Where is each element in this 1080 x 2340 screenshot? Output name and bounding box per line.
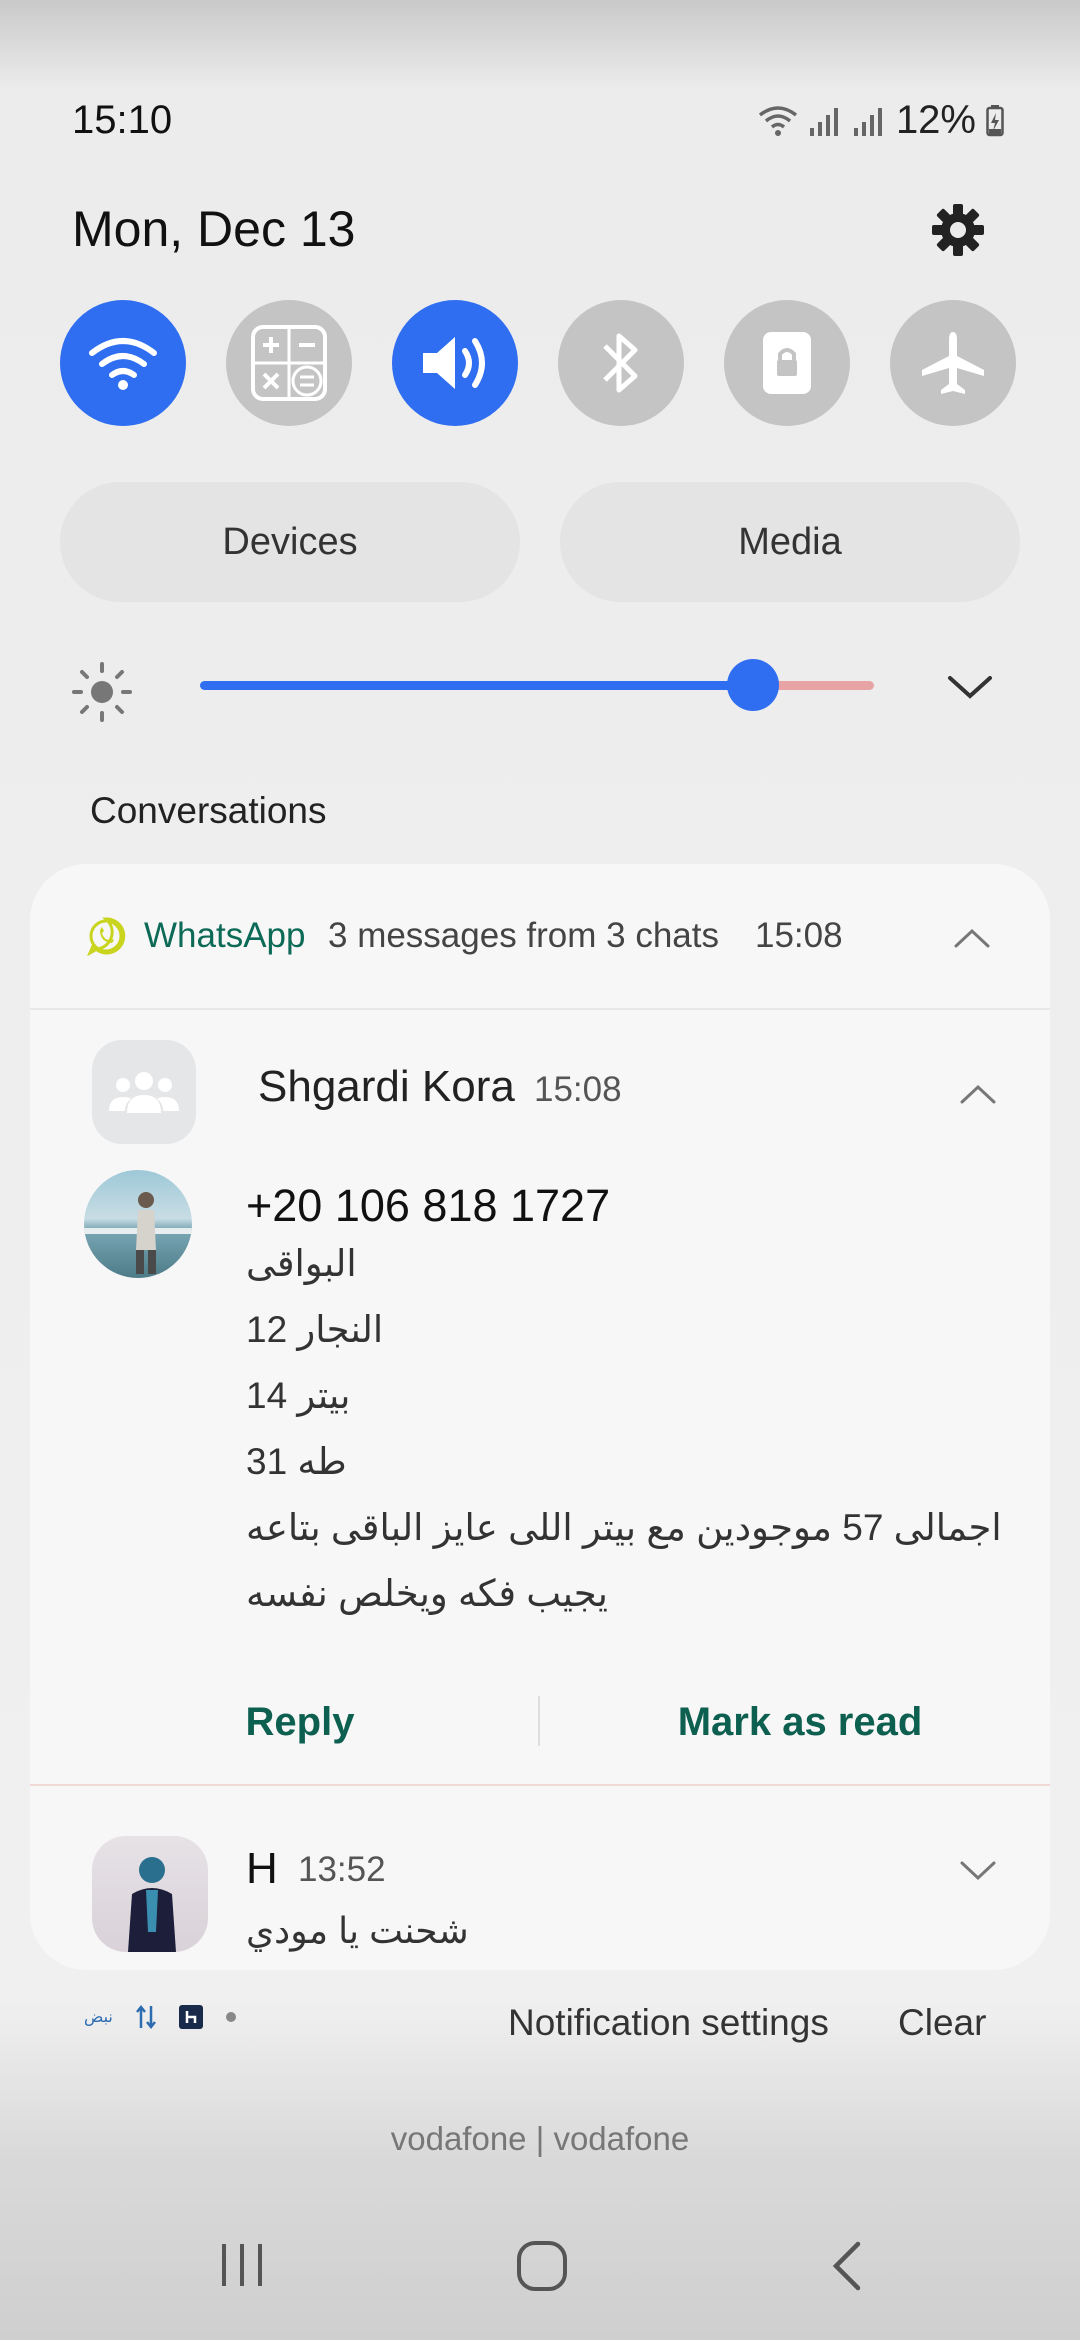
notification-summary: 3 messages from 3 chats [328,916,719,955]
sender-name: +20 106 818 1727 [246,1180,611,1231]
chevron-down-icon[interactable] [944,668,996,704]
message-line: البواقى [246,1243,357,1284]
group-time: 15:08 [534,1070,622,1109]
sender-avatar [84,1170,192,1278]
contact-avatar [92,1836,208,1952]
conversations-title: Conversations [90,790,327,831]
rotation-lock-toggle[interactable] [724,300,850,426]
volume-icon [423,337,485,389]
status-time: 15:10 [72,98,173,142]
app-name: WhatsApp [144,916,306,955]
lock-icon [763,332,811,394]
whatsapp-notification-card[interactable]: WhatsApp 3 messages from 3 chats 15:08 S… [30,864,1050,1970]
media-button[interactable]: Media [560,482,1020,602]
mark-as-read-button[interactable]: Mark as read [590,1682,1010,1762]
calculator-icon [251,325,327,401]
whatsapp-icon [86,916,126,957]
brightness-slider-thumb[interactable] [726,659,779,711]
chevron-down-icon[interactable] [958,1858,998,1882]
devices-button[interactable]: Devices [60,482,520,602]
reply-button[interactable]: Reply [110,1682,490,1762]
data-transfer-icon [135,2004,156,2030]
chevron-up-icon[interactable] [952,926,992,950]
wifi-icon [89,338,157,390]
home-icon[interactable] [516,2240,568,2292]
mini-app-icons: نبض [84,2004,237,2030]
notification-settings-button[interactable]: Notification settings [508,2002,829,2044]
wifi-signal-icon [758,105,798,136]
mini-app-label: نبض [84,2009,113,2026]
wifi-toggle[interactable] [60,300,186,426]
message-line: بيتر 14 [246,1375,351,1416]
notification-header[interactable]: WhatsApp 3 messages from 3 chats 15:08 [30,864,1050,1010]
group-name: Shgardi Kora [258,1062,515,1111]
bluetooth-icon [603,333,638,393]
bluetooth-toggle[interactable] [558,300,684,426]
contact-time: 13:52 [298,1850,386,1889]
message-line: يجيب فكه ويخلص نفسه [246,1573,608,1614]
notification-time: 15:08 [755,916,843,955]
clear-button[interactable]: Clear [898,2002,986,2044]
group-icon [109,1072,179,1113]
carrier-label: vodafone | vodafone [390,2120,690,2157]
more-dot-icon [225,2012,236,2022]
sound-toggle[interactable] [392,300,518,426]
cell-signal-icon [809,107,838,136]
status-icons: 12% [758,98,1004,143]
calculator-toggle[interactable] [226,300,352,426]
contact-name: H [246,1844,278,1893]
gear-icon[interactable] [928,200,988,260]
message-line: اجمالى 57 موجودين مع بيتر اللى عايز البا… [246,1507,1002,1548]
cell-signal-2-icon [853,107,882,136]
recent-apps-icon[interactable] [218,2242,266,2288]
date-label: Mon, Dec 13 [72,201,356,257]
battery-charging-icon [986,104,1004,136]
airplane-toggle[interactable] [890,300,1016,426]
airplane-icon [922,332,984,394]
row-divider [30,1784,1050,1786]
message-line: طه 31 [246,1441,347,1482]
message-line: النجار 12 [246,1309,384,1350]
brightness-icon [70,660,134,724]
app-badge-icon [178,2005,203,2029]
group-avatar [92,1040,196,1144]
action-divider [538,1696,540,1746]
contact-message: شحنت يا مودي [246,1910,469,1951]
battery-percent: 12% [895,98,976,142]
brightness-track-filled[interactable] [200,681,753,690]
chevron-up-icon[interactable] [958,1082,998,1106]
back-icon[interactable] [830,2240,864,2292]
